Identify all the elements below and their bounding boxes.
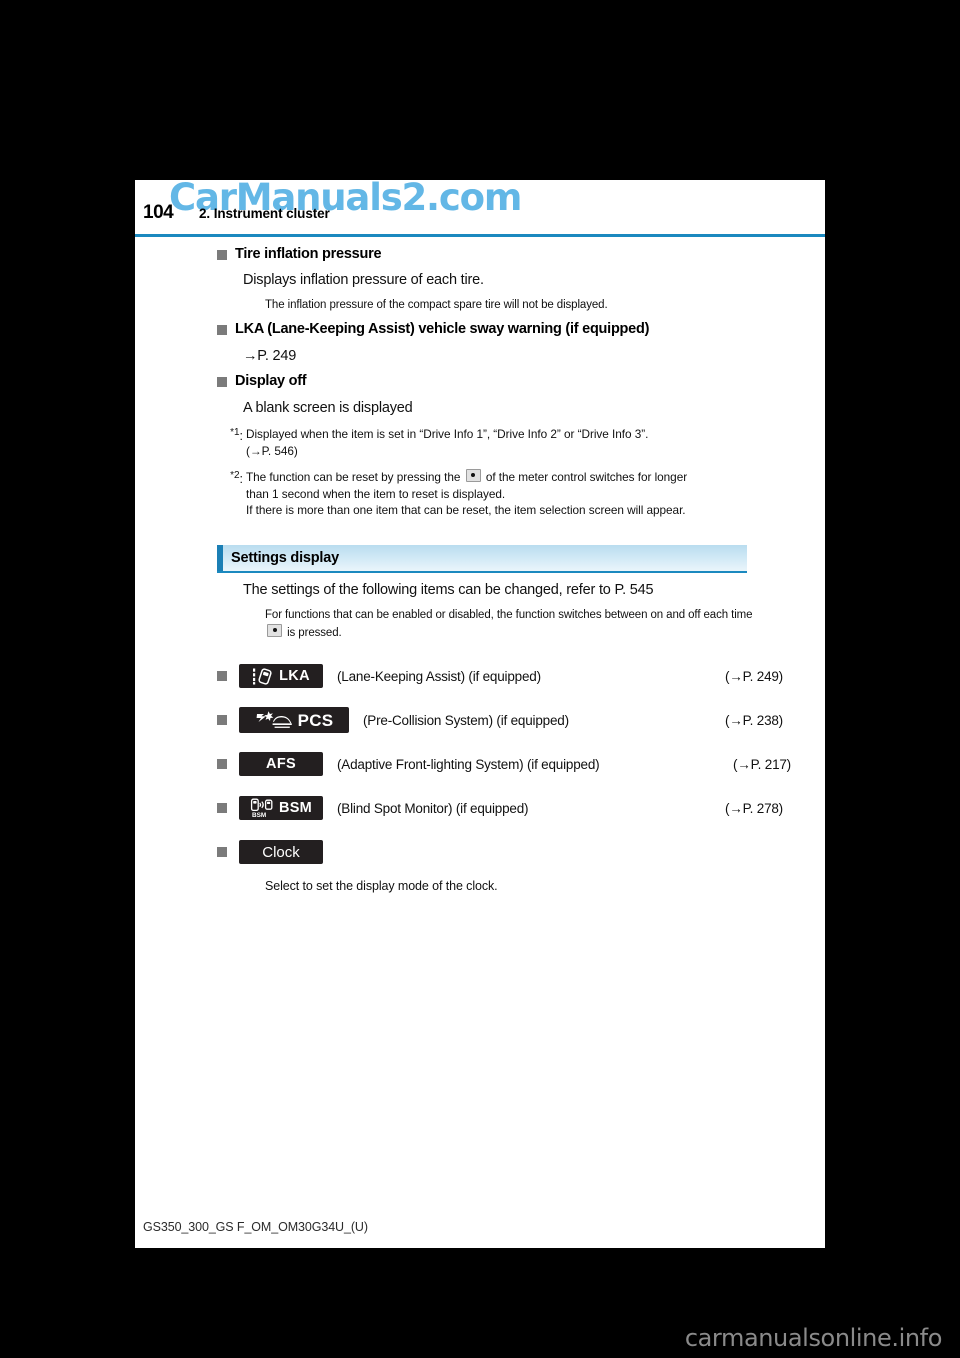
setting-description: (Blind Spot Monitor) (if equipped) xyxy=(337,801,528,816)
setting-description: (Lane-Keeping Assist) (if equipped) xyxy=(337,669,541,684)
section-heading-label: Settings display xyxy=(231,550,339,566)
bullet-heading-row: Tire inflation pressure xyxy=(217,245,825,263)
footnote-body: Displayed when the item is set in “Drive… xyxy=(243,426,648,460)
section-tire-inflation-pressure: Tire inflation pressure Displays inflati… xyxy=(135,245,825,313)
footnote-1: *1: Displayed when the item is set in “D… xyxy=(217,426,825,460)
badge-label: PCS xyxy=(298,712,334,729)
setting-page-reference: (→P. 217) xyxy=(733,757,791,772)
header-rule xyxy=(135,234,825,237)
item-title: LKA (Lane-Keeping Assist) vehicle sway w… xyxy=(235,320,649,338)
svg-text:BSM: BSM xyxy=(252,812,266,818)
footnote-line: Displayed when the item is set in “Drive… xyxy=(246,426,648,443)
footnote-marker: *1: xyxy=(217,426,243,443)
pre-collision-system-icon xyxy=(255,710,293,730)
badge-label: Clock xyxy=(262,845,300,860)
item-description: Displays inflation pressure of each tire… xyxy=(243,271,825,290)
setting-description: (Pre-Collision System) (if equipped) xyxy=(363,713,569,728)
footnote-marker: *2: xyxy=(217,469,243,486)
bullet-heading-row: Display off xyxy=(217,372,825,390)
lane-keeping-assist-icon xyxy=(252,668,274,685)
item-page-reference: →P. 249 xyxy=(243,347,825,366)
bullet-heading-row: LKA (Lane-Keeping Assist) vehicle sway w… xyxy=(217,320,825,338)
blind-spot-monitor-icon: BSM xyxy=(250,798,274,818)
square-bullet-icon xyxy=(217,847,227,857)
bsm-badge[interactable]: BSM BSM xyxy=(239,796,323,820)
document-code-footer: GS350_300_GS F_OM_OM30G34U_(U) xyxy=(143,1220,368,1234)
square-bullet-icon xyxy=(217,671,227,681)
clock-badge[interactable]: Clock xyxy=(239,840,323,864)
page-header: 104 2. Instrument cluster xyxy=(135,202,825,236)
footnote-2: *2: The function can be reset by pressin… xyxy=(217,469,825,519)
pcs-badge[interactable]: PCS xyxy=(239,707,349,733)
footnote-text-after-glyph: of the meter control switches for longer xyxy=(483,470,688,484)
meter-control-dot-button-icon xyxy=(466,469,481,482)
section-display-off: Display off A blank screen is displayed xyxy=(135,372,825,417)
setting-row-lka[interactable]: LKA (Lane-Keeping Assist) (if equipped) … xyxy=(217,663,825,689)
item-subnote: The inflation pressure of the compact sp… xyxy=(265,298,825,314)
footnote-text-before-glyph: The function can be reset by pressing th… xyxy=(246,470,464,484)
footnote-line: (→P. 546) xyxy=(246,443,648,460)
clock-note: Select to set the display mode of the cl… xyxy=(265,879,825,893)
item-title: Display off xyxy=(235,372,306,390)
footnote-line: than 1 second when the item to reset is … xyxy=(246,486,687,503)
square-bullet-icon xyxy=(217,377,227,387)
square-bullet-icon xyxy=(217,759,227,769)
lka-badge[interactable]: LKA xyxy=(239,664,323,688)
afs-badge[interactable]: AFS xyxy=(239,752,323,776)
carmanualsonline-watermark: carmanualsonline.info xyxy=(685,1324,942,1352)
item-title: Tire inflation pressure xyxy=(235,245,381,263)
badge-label: BSM xyxy=(279,801,312,816)
page-content: Tire inflation pressure Displays inflati… xyxy=(135,238,825,893)
settings-intro-text: The settings of the following items can … xyxy=(243,581,825,600)
meter-control-dot-button-icon xyxy=(267,624,282,637)
footnote-marker-text: *2 xyxy=(230,470,239,481)
settings-note-after-glyph: is pressed. xyxy=(284,627,342,639)
footnote-line: If there is more than one item that can … xyxy=(246,502,687,519)
setting-description: (Adaptive Front-lighting System) (if equ… xyxy=(337,757,599,772)
footnote-line-with-glyph: The function can be reset by pressing th… xyxy=(246,469,687,486)
square-bullet-icon xyxy=(217,325,227,335)
chapter-title: 2. Instrument cluster xyxy=(199,206,330,221)
setting-page-reference: (→P. 278) xyxy=(725,801,783,816)
settings-display-section-header: Settings display xyxy=(217,545,747,571)
page-number: 104 xyxy=(143,202,173,224)
settings-note: For functions that can be enabled or dis… xyxy=(265,608,770,641)
section-lka-sway-warning: LKA (Lane-Keeping Assist) vehicle sway w… xyxy=(135,320,825,365)
setting-row-bsm[interactable]: BSM BSM (Blind Spot Monitor) (if equippe… xyxy=(217,795,825,821)
section-header-underline xyxy=(217,571,747,573)
badge-label: AFS xyxy=(266,757,296,772)
setting-row-afs[interactable]: AFS (Adaptive Front-lighting System) (if… xyxy=(217,751,825,777)
setting-row-clock[interactable]: Clock xyxy=(217,839,825,865)
footnote-marker-text: *1 xyxy=(230,427,239,438)
badge-label: LKA xyxy=(279,669,310,684)
setting-row-pcs[interactable]: PCS (Pre-Collision System) (if equipped)… xyxy=(217,707,825,733)
setting-page-reference: (→P. 249) xyxy=(725,669,783,684)
footnote-body: The function can be reset by pressing th… xyxy=(243,469,687,519)
settings-note-before-glyph: For functions that can be enabled or dis… xyxy=(265,609,752,621)
item-description: A blank screen is displayed xyxy=(243,399,825,418)
setting-page-reference: (→P. 238) xyxy=(725,713,783,728)
square-bullet-icon xyxy=(217,803,227,813)
manual-page: CarManuals2.com 104 2. Instrument cluste… xyxy=(135,180,825,1248)
square-bullet-icon xyxy=(217,250,227,260)
square-bullet-icon xyxy=(217,715,227,725)
